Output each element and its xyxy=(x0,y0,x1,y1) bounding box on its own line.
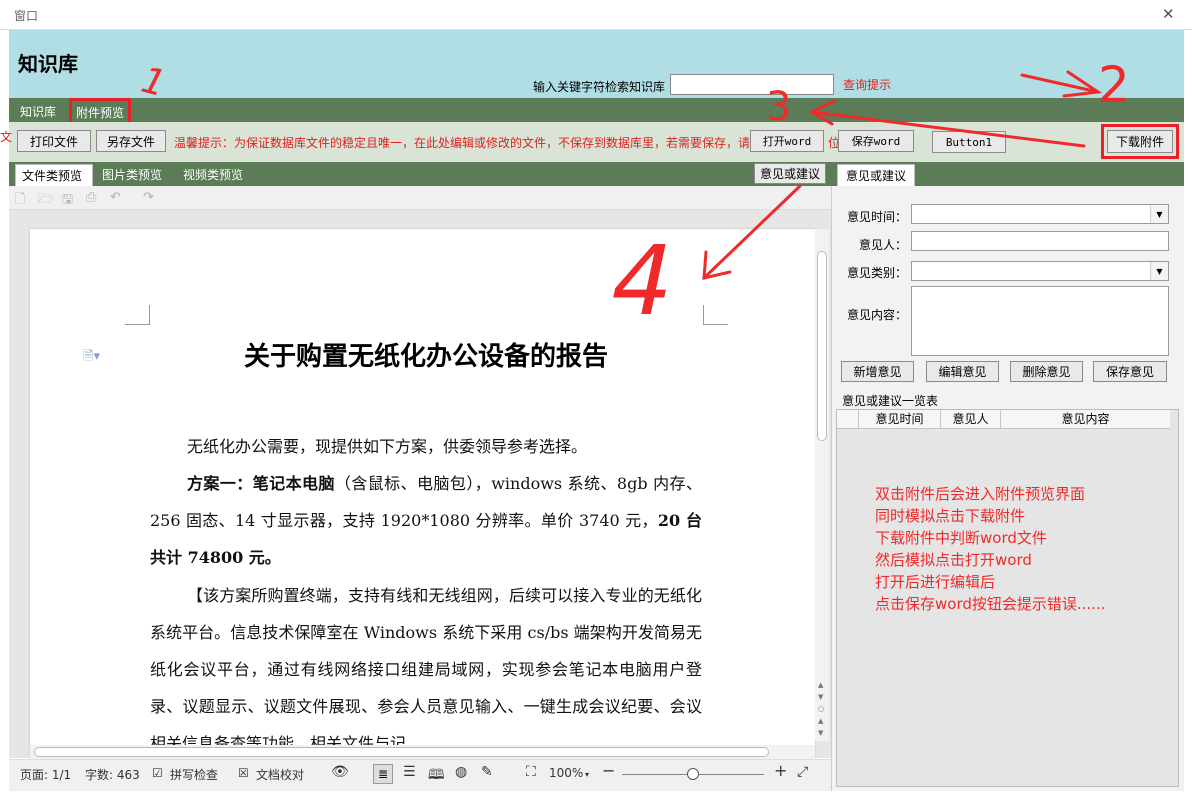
arrow-3-line xyxy=(810,110,1086,148)
arrow-4-line xyxy=(702,184,802,280)
annotation-arrows xyxy=(702,70,1103,280)
